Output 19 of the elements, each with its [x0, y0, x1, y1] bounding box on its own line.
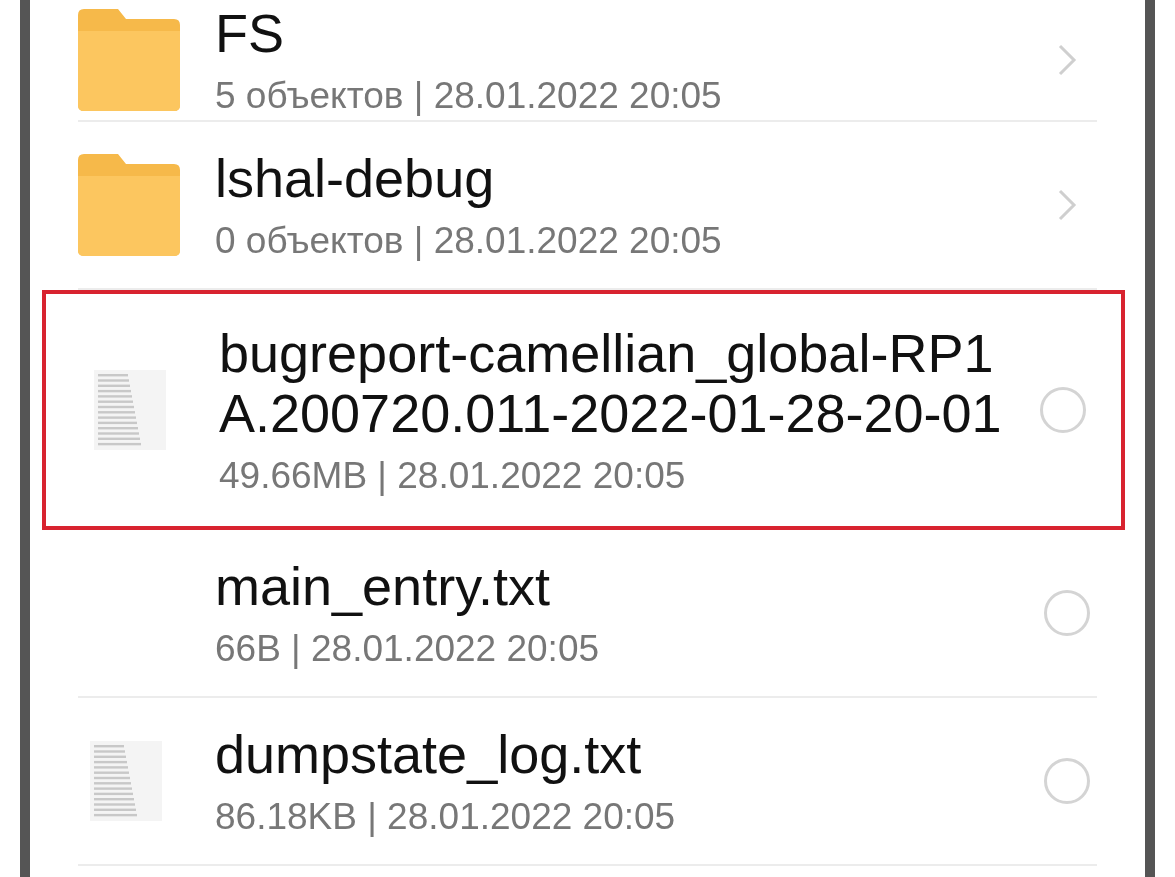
folder-icon — [78, 9, 180, 111]
folder-icon — [78, 154, 180, 256]
file-name: bugreport-camellian_global-RP1A.200720.011-2022-01-28-20-01 — [219, 322, 1003, 444]
select-radio[interactable] — [1044, 758, 1090, 804]
file-name: dumpstate_log.txt — [215, 723, 643, 785]
file-name: lshal-debug — [215, 147, 496, 209]
chevron-right-icon[interactable] — [1057, 43, 1077, 77]
file-name: main_entry.txt — [215, 555, 552, 617]
document-thumbnail-icon — [90, 741, 162, 821]
document-thumbnail-icon — [94, 370, 166, 450]
select-radio[interactable] — [1044, 590, 1090, 636]
file-name: FS — [215, 2, 285, 64]
file-details: 5 объектов | 28.01.2022 20:05 — [215, 75, 723, 118]
file-details: 66B | 28.01.2022 20:05 — [215, 628, 601, 671]
file-details: 86.18KB | 28.01.2022 20:05 — [215, 796, 677, 839]
file-details: 49.66MB | 28.01.2022 20:05 — [219, 455, 687, 498]
chevron-right-icon[interactable] — [1057, 188, 1077, 222]
file-details: 0 объектов | 28.01.2022 20:05 — [215, 220, 723, 263]
select-radio[interactable] — [1040, 387, 1086, 433]
